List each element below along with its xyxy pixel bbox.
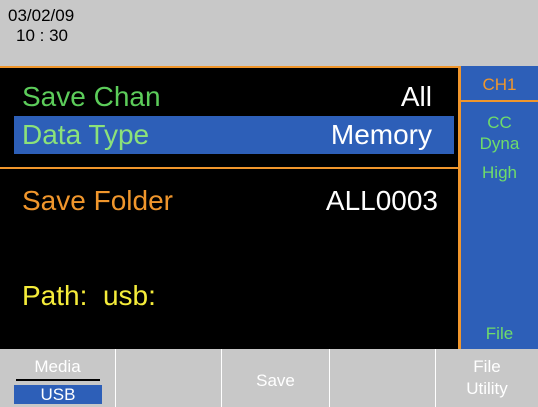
softkey-bar: Media USB Save File Utility <box>0 349 538 407</box>
data-type-value: Memory <box>330 119 432 150</box>
path-text: Path: usb: <box>22 280 156 311</box>
save-chan-row[interactable]: Save Chan All <box>14 78 454 116</box>
status-bar: 03/02/09 10 : 30 <box>0 0 538 66</box>
softkey-file-utility[interactable]: File Utility <box>436 349 538 407</box>
channel-divider <box>461 100 538 102</box>
status-date: 03/02/09 <box>8 6 75 25</box>
instrument-screen: 03/02/09 10 : 30 Save Chan All Data Type… <box>0 0 538 407</box>
channel-label: CH1 <box>482 75 517 94</box>
channel-status-column: CH1 CC Dyna High File <box>458 66 538 349</box>
top-divider <box>0 66 458 68</box>
data-type-label: Data Type <box>22 119 150 150</box>
softkey-file-utility-line2: Utility <box>466 379 508 398</box>
softkey-file-utility-line1: File <box>473 357 501 376</box>
main-panel: Save Chan All Data Type Memory Save Fold… <box>0 66 458 349</box>
mode-dyna: Dyna <box>479 134 520 153</box>
softkey-save[interactable]: Save <box>222 349 330 407</box>
mode-file: File <box>485 324 514 343</box>
section-divider <box>0 167 458 169</box>
save-folder-label: Save Folder <box>22 185 173 216</box>
save-chan-value: All <box>400 81 432 112</box>
softkey-media[interactable]: Media USB <box>0 349 116 407</box>
data-type-row[interactable]: Data Type Memory <box>14 116 454 154</box>
status-time: 10 : 30 <box>16 26 68 45</box>
softkey-media-divider <box>16 379 100 381</box>
softkey-media-label: Media <box>34 357 81 376</box>
save-chan-label: Save Chan <box>22 81 161 112</box>
softkey-4-blank[interactable] <box>330 349 436 407</box>
mode-high: High <box>482 163 517 182</box>
save-folder-value: ALL0003 <box>325 185 438 216</box>
softkey-save-label: Save <box>256 371 295 390</box>
mode-cc: CC <box>487 113 512 132</box>
softkey-media-value: USB <box>14 385 102 404</box>
softkey-2-blank[interactable] <box>116 349 222 407</box>
